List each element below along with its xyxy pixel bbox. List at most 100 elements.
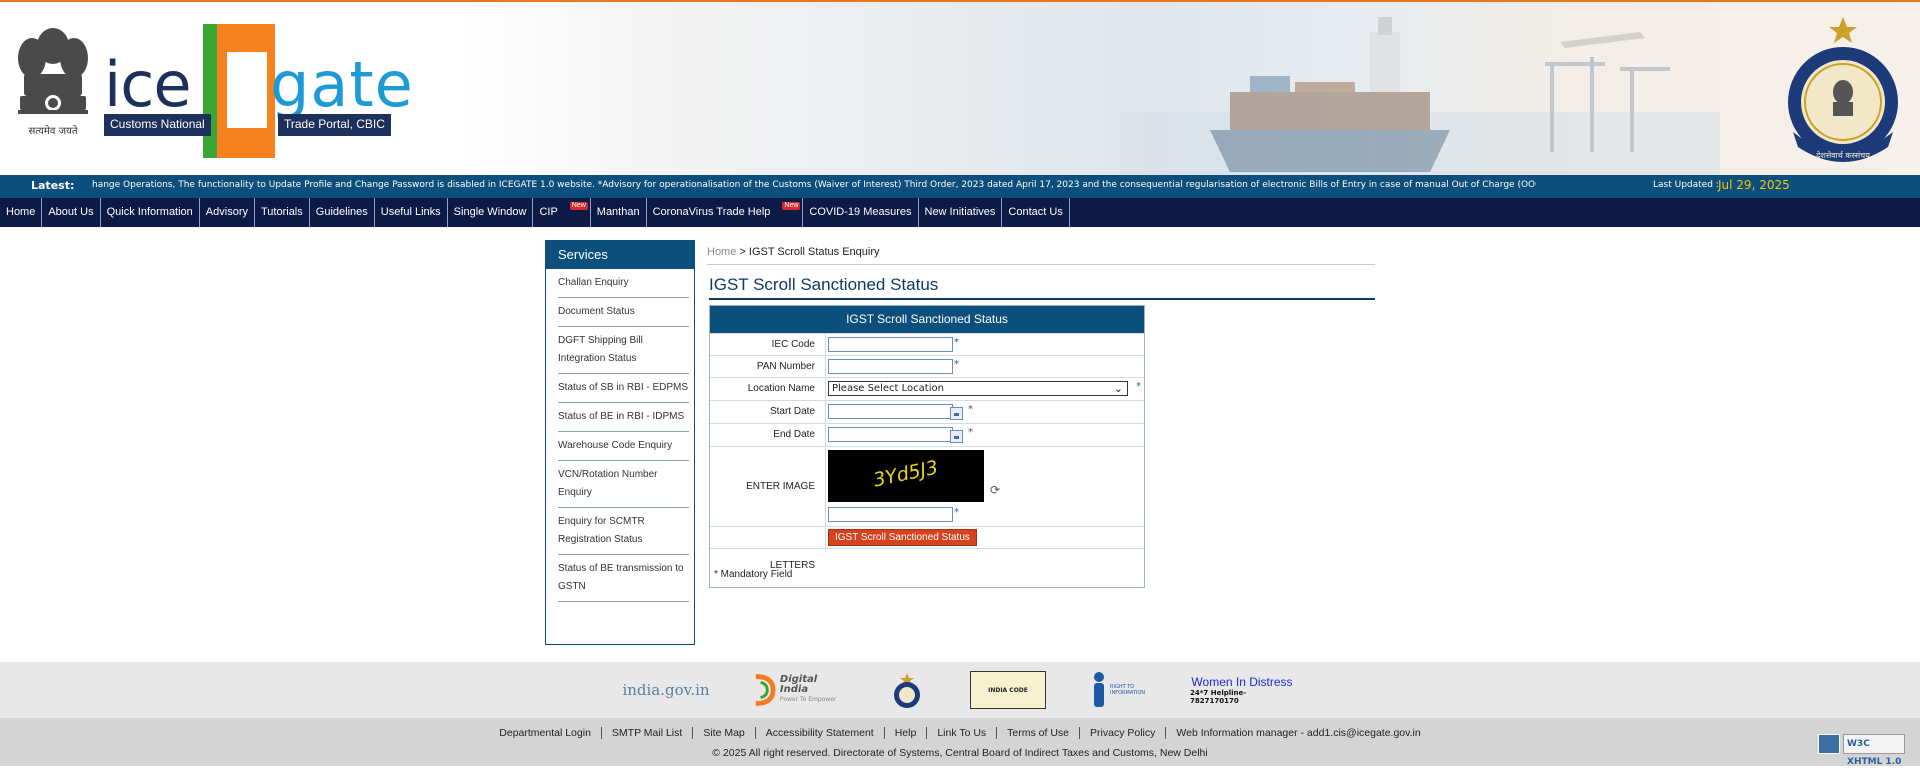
sidebar-title: Services [546,241,694,269]
nav-coronavirus-trade-help[interactable]: CoronaVirus Trade Help New [647,198,804,227]
iec-code-row: IEC Code * [710,333,1144,355]
seal-motto: देशसेवार्थ कस्संचय [1816,150,1870,160]
nav-new-initiatives[interactable]: New Initiatives [919,198,1003,227]
pan-number-label: PAN Number [710,356,826,377]
cbic-emblem-icon [894,673,920,708]
location-row: Location Name Please Select Location ⌄ * [710,377,1144,400]
required-marker: * [954,359,959,370]
nav-guidelines[interactable]: Guidelines [310,198,375,227]
pan-number-input[interactable] [828,359,953,374]
nav-advisory[interactable]: Advisory [200,198,255,227]
footer-link-site-map[interactable]: Site Map [693,727,756,739]
logo-gate-text: gate [270,48,414,121]
sidebar-item-scmtr-registration[interactable]: Enquiry for SCMTR Registration Status [558,508,689,555]
nav-cip[interactable]: CIP New [533,198,591,227]
digital-india-icon [755,674,776,706]
logo-subtitle-left: Customs National [104,114,211,136]
footer-link-privacy-policy[interactable]: Privacy Policy [1080,727,1167,739]
required-marker: * [968,404,973,415]
cbic-emblem-logo[interactable] [890,670,924,710]
nav-useful-links[interactable]: Useful Links [375,198,448,227]
footer-link-smtp-mail-list[interactable]: SMTP Mail List [602,727,694,739]
nav-quick-information[interactable]: Quick Information [101,198,200,227]
rti-person-icon [1094,672,1104,707]
refresh-captcha-icon[interactable]: ⟳ [988,483,1002,497]
accessibility-badge-icon[interactable] [1818,734,1840,754]
digital-india-title: Digital India [779,674,818,695]
title-divider [709,298,1375,300]
captcha-row: ENTER IMAGE LETTERS 3Yd5J3 ⟳ * [710,446,1144,571]
form-heading: IGST Scroll Sanctioned Status [710,306,1144,333]
nav-manthan[interactable]: Manthan [591,198,647,227]
cargo-ship-banner-image [1120,17,1720,175]
footer-partner-logos: india.gov.in Digital India Power To Empo… [0,662,1920,718]
rti-logo[interactable]: RIGHT TO INFORMATION [1088,670,1150,710]
nav-tutorials[interactable]: Tutorials [255,198,310,227]
footer-links: Departmental Login SMTP Mail List Site Map… [0,727,1920,739]
end-date-row: End Date * [710,423,1144,446]
captcha-image: 3Yd5J3 [828,450,984,502]
required-marker: * [968,427,973,438]
required-marker: * [954,507,959,518]
footer-link-terms-of-use[interactable]: Terms of Use [997,727,1081,739]
last-updated-label: Last Updated : [1653,180,1719,190]
breadcrumb-home-link[interactable]: Home [707,246,736,258]
latest-news-ticker: Latest: hange Operations, The functional… [0,175,1920,198]
logo-mark [203,24,275,158]
footer-link-web-information-manager[interactable]: Web Information manager - add1.cis@icega… [1166,727,1430,739]
sidebar-item-vcn-rotation[interactable]: VCN/Rotation Number Enquiry [558,461,689,508]
footer-link-link-to-us[interactable]: Link To Us [927,727,998,739]
rti-label: RIGHT TO INFORMATION [1110,684,1146,696]
sidebar-item-dgft-shipping-bill[interactable]: DGFT Shipping Bill Integration Status [558,327,689,374]
national-emblem-icon: सत्यमेव जयते [18,28,88,137]
w3c-xhtml-badge[interactable]: W3C XHTML 1.0 [1843,734,1905,767]
women-in-distress-logo[interactable]: Women In Distress 24*7 Helpline-78271701… [1190,670,1294,710]
page-title: IGST Scroll Sanctioned Status [709,275,939,294]
footer-link-help[interactable]: Help [885,727,928,739]
sidebar-item-sb-rbi-edpms[interactable]: Status of SB in RBI - EDPMS [558,374,689,403]
ticker-text[interactable]: hange Operations, The functionality to U… [92,180,1536,190]
sidebar-item-document-status[interactable]: Document Status [558,298,689,327]
logo-ice-text: ice [104,48,191,121]
women-in-distress-title: Women In Distress [1191,675,1293,689]
end-date-label: End Date [710,424,826,446]
chevron-down-icon: ⌄ [1113,382,1123,395]
digital-india-logo[interactable]: Digital India Power To Empower [752,670,846,710]
nav-home[interactable]: Home [0,198,43,227]
iec-code-input[interactable] [828,337,953,352]
end-date-input[interactable] [828,427,953,442]
nav-covid-19-measures[interactable]: COVID-19 Measures [803,198,919,227]
calendar-icon[interactable] [950,407,963,420]
calendar-icon[interactable] [950,430,963,443]
mandatory-field-note: * Mandatory Field [714,569,793,580]
breadcrumb-current: IGST Scroll Status Enquiry [748,246,880,258]
igst-scroll-form: IGST Scroll Sanctioned Status IEC Code *… [709,305,1145,588]
start-date-input[interactable] [828,404,953,419]
sidebar-item-challan-enquiry[interactable]: Challan Enquiry [558,269,689,298]
nav-about-us[interactable]: About Us [42,198,101,227]
new-badge: New [782,202,801,210]
location-select[interactable]: Please Select Location ⌄ [828,381,1128,396]
mandatory-note-row: * Mandatory Field [710,548,1144,587]
sidebar-item-be-rbi-idpms[interactable]: Status of BE in RBI - IDPMS [558,403,689,432]
new-badge: New [569,202,588,210]
submit-row-spacer [710,527,826,548]
captcha-input[interactable] [828,507,953,522]
footer-link-accessibility[interactable]: Accessibility Statement [756,727,885,739]
breadcrumb-separator: > [736,246,749,258]
sidebar-item-warehouse-code[interactable]: Warehouse Code Enquiry [558,432,689,461]
breadcrumb: Home > IGST Scroll Status Enquiry [707,246,880,258]
nav-contact-us[interactable]: Contact Us [1002,198,1070,227]
footer-link-departmental-login[interactable]: Departmental Login [489,727,602,739]
start-date-row: Start Date * [710,400,1144,423]
emblem-motto: सत्यमेव जयते [28,125,77,137]
nav-single-window[interactable]: Single Window [448,198,534,227]
iec-code-label: IEC Code [710,334,826,355]
sidebar-item-be-transmission-gstn[interactable]: Status of BE transmission to GSTN [558,555,689,602]
cbic-seal-icon: देशसेवार्थ कस्संचय [1788,17,1898,162]
india-gov-in-logo[interactable]: india.gov.in [622,670,709,710]
india-code-logo[interactable]: INDIA CODE [970,671,1046,709]
captcha-label: ENTER IMAGE LETTERS [710,447,826,571]
igst-scroll-sanctioned-status-button[interactable]: IGST Scroll Sanctioned Status [828,529,977,546]
icegate-logo[interactable]: ice gate Customs National Trade Portal, … [100,22,413,162]
